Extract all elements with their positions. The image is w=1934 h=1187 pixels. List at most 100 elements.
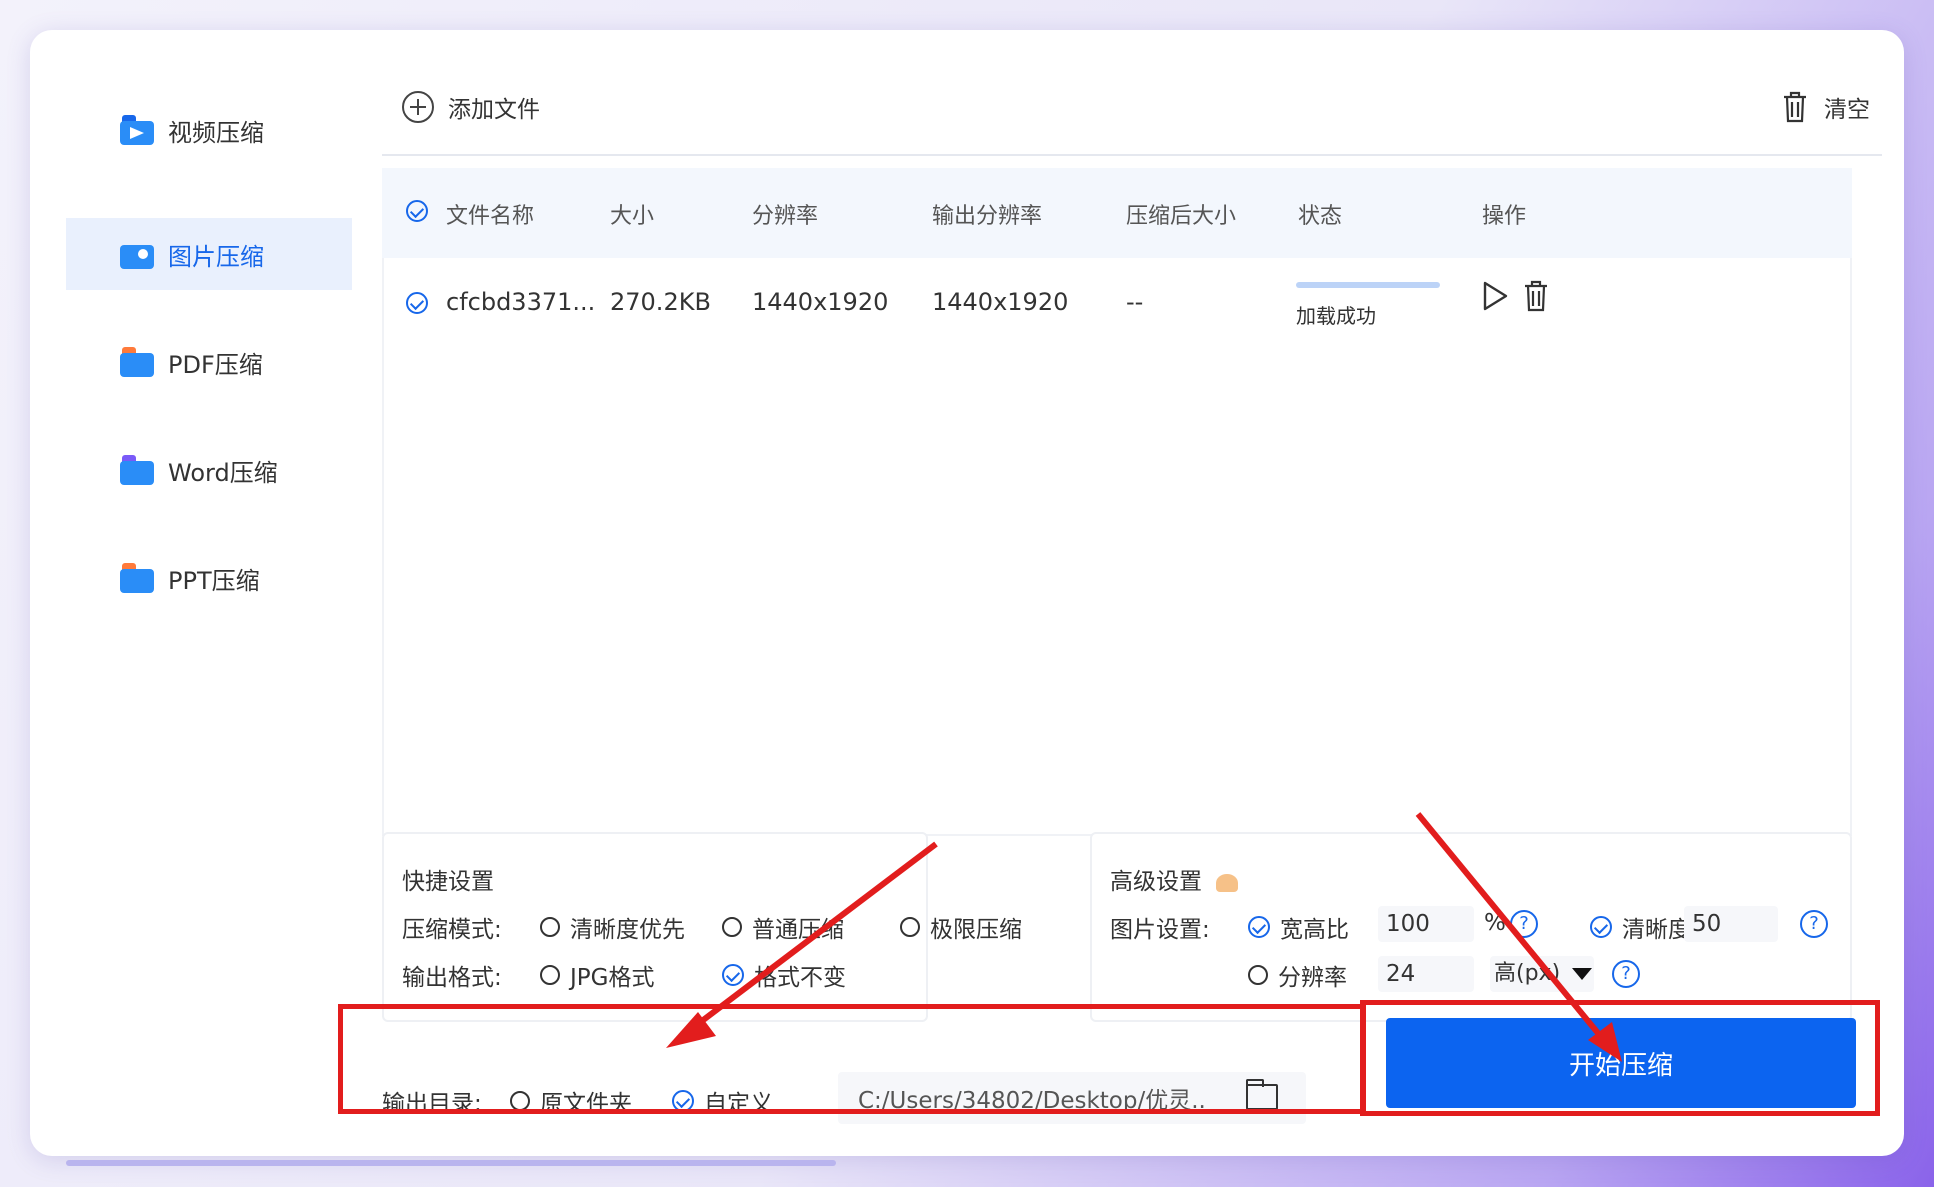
sidebar-item-label: PDF压缩 bbox=[168, 350, 263, 379]
file-name: cfcbd3371... bbox=[446, 288, 596, 316]
mode-extreme-label: 极限压缩 bbox=[930, 917, 1022, 943]
resolution-help-icon[interactable]: ? bbox=[1612, 960, 1640, 988]
column-header-output-resolution: 输出分辨率 bbox=[932, 204, 1043, 229]
clear-button[interactable]: 清空 bbox=[1782, 90, 1870, 124]
add-file-button[interactable]: 添加文件 bbox=[402, 90, 540, 124]
file-compressed-size: -- bbox=[1126, 288, 1144, 316]
start-compress-button[interactable]: 开始压缩 bbox=[1386, 1018, 1856, 1108]
clear-label: 清空 bbox=[1824, 97, 1870, 123]
select-all-checkbox[interactable] bbox=[406, 198, 428, 223]
sidebar-item-ppt[interactable]: PPT压缩 bbox=[66, 542, 352, 614]
format-jpg-label: JPG格式 bbox=[570, 965, 655, 991]
app-window: 视频压缩 图片压缩 PDF压缩 Word压缩 PPT压缩 添加文件 清空 文件名… bbox=[30, 30, 1904, 1156]
aspect-ratio-input[interactable]: 100 bbox=[1378, 906, 1474, 942]
resolution-unit-select[interactable]: 高(px) bbox=[1490, 956, 1594, 992]
output-format-label: 输出格式: bbox=[402, 965, 502, 991]
clarity-label: 清晰度 bbox=[1622, 917, 1691, 943]
ppt-compress-icon bbox=[120, 563, 154, 593]
radio-checked-icon bbox=[672, 1090, 694, 1112]
column-header-actions: 操作 bbox=[1482, 204, 1527, 229]
sidebar-item-label: Word压缩 bbox=[168, 458, 278, 487]
horizontal-scrollbar[interactable] bbox=[66, 1160, 836, 1166]
resolution-radio[interactable]: 分辨率 bbox=[1248, 958, 1347, 992]
quick-settings-panel: 快捷设置 压缩模式: 清晰度优先 普通压缩 极限压缩 输出格式: JPG格式 格… bbox=[382, 832, 1022, 1022]
clarity-help-icon[interactable]: ? bbox=[1800, 910, 1828, 938]
output-directory-row: 输出目录: 原文件夹 自定义 C:/Users/34802/Desktop/优灵… bbox=[382, 1062, 1306, 1134]
table-row[interactable]: cfcbd3371... 270.2KB 1440x1920 1440x1920… bbox=[382, 258, 1852, 348]
radio-unchecked bbox=[540, 917, 560, 937]
advanced-settings-title: 高级设置 bbox=[1110, 862, 1238, 896]
mode-normal-label: 普通压缩 bbox=[752, 917, 844, 943]
radio-unchecked bbox=[900, 917, 920, 937]
output-directory-label: 输出目录: bbox=[382, 1091, 482, 1117]
main-panel: 添加文件 清空 文件名称 大小 分辨率 输出分辨率 压缩后大小 状态 操作 cf… bbox=[382, 66, 1882, 1146]
column-header-status: 状态 bbox=[1298, 204, 1343, 229]
column-header-size: 大小 bbox=[610, 204, 655, 229]
file-output-resolution: 1440x1920 bbox=[932, 288, 1069, 316]
play-icon[interactable] bbox=[1480, 280, 1510, 312]
quick-settings-title: 快捷设置 bbox=[402, 869, 494, 895]
sidebar: 视频压缩 图片压缩 PDF压缩 Word压缩 PPT压缩 bbox=[66, 66, 352, 1146]
status-progress-bar bbox=[1296, 282, 1440, 288]
radio-unchecked bbox=[1248, 965, 1268, 985]
advanced-settings-panel: 高级设置 图片设置: 宽高比 100 % ? 清晰度 50 ? 分辨率 24 高… bbox=[1090, 832, 1852, 1022]
radio-unchecked bbox=[540, 965, 560, 985]
image-compress-icon bbox=[120, 239, 154, 269]
mode-clarity-radio[interactable]: 清晰度优先 bbox=[540, 910, 685, 944]
radio-unchecked bbox=[722, 917, 742, 937]
sidebar-item-label: 图片压缩 bbox=[168, 242, 264, 271]
aspect-ratio-checkbox[interactable]: 宽高比 bbox=[1248, 910, 1349, 944]
output-path-field[interactable]: C:/Users/34802/Desktop/优灵.. bbox=[838, 1072, 1306, 1124]
word-compress-icon bbox=[120, 455, 154, 485]
format-jpg-radio[interactable]: JPG格式 bbox=[540, 958, 654, 992]
trash-icon bbox=[1784, 91, 1806, 123]
format-keep-label: 格式不变 bbox=[754, 965, 846, 991]
delete-row-icon[interactable] bbox=[1522, 280, 1550, 312]
checked-icon bbox=[1248, 916, 1270, 938]
add-circle-icon bbox=[402, 91, 434, 123]
sidebar-item-pdf[interactable]: PDF压缩 bbox=[66, 326, 352, 398]
output-original-folder-radio[interactable]: 原文件夹 bbox=[510, 1084, 632, 1118]
mode-extreme-radio[interactable]: 极限压缩 bbox=[900, 910, 1022, 944]
radio-unchecked bbox=[510, 1091, 530, 1111]
video-compress-icon bbox=[120, 115, 154, 145]
advanced-title-text: 高级设置 bbox=[1110, 869, 1202, 895]
file-size: 270.2KB bbox=[610, 288, 711, 316]
aspect-ratio-label: 宽高比 bbox=[1280, 917, 1349, 943]
aspect-unit: % bbox=[1484, 910, 1506, 936]
sidebar-item-label: 视频压缩 bbox=[168, 118, 264, 147]
pdf-compress-icon bbox=[120, 347, 154, 377]
column-header-name: 文件名称 bbox=[446, 204, 535, 229]
format-keep-radio[interactable]: 格式不变 bbox=[722, 958, 846, 992]
column-header-resolution: 分辨率 bbox=[752, 204, 819, 229]
sidebar-item-video[interactable]: 视频压缩 bbox=[66, 94, 352, 166]
sidebar-item-label: PPT压缩 bbox=[168, 566, 260, 595]
status-text: 加载成功 bbox=[1296, 304, 1376, 328]
column-header-compressed-size: 压缩后大小 bbox=[1126, 204, 1237, 229]
original-folder-label: 原文件夹 bbox=[540, 1091, 632, 1117]
chevron-down-icon bbox=[1572, 968, 1593, 980]
custom-label: 自定义 bbox=[704, 1091, 773, 1117]
vip-crown-icon bbox=[1216, 873, 1238, 892]
resolution-input[interactable]: 24 bbox=[1378, 956, 1474, 992]
resolution-unit-value: 高(px) bbox=[1494, 961, 1561, 986]
compress-mode-label: 压缩模式: bbox=[402, 917, 502, 943]
mode-normal-radio[interactable]: 普通压缩 bbox=[722, 910, 844, 944]
resolution-label: 分辨率 bbox=[1278, 965, 1347, 991]
sidebar-item-image[interactable]: 图片压缩 bbox=[66, 218, 352, 290]
clarity-input[interactable]: 50 bbox=[1684, 906, 1778, 942]
radio-checked-icon bbox=[722, 964, 744, 986]
checked-icon bbox=[1590, 916, 1612, 938]
toolbar: 添加文件 清空 bbox=[382, 66, 1882, 156]
row-checkbox[interactable] bbox=[406, 288, 428, 316]
output-path-value: C:/Users/34802/Desktop/优灵.. bbox=[858, 1088, 1206, 1114]
folder-icon[interactable] bbox=[1246, 1079, 1278, 1110]
aspect-help-icon[interactable]: ? bbox=[1510, 910, 1538, 938]
sidebar-item-word[interactable]: Word压缩 bbox=[66, 434, 352, 506]
image-settings-label: 图片设置: bbox=[1110, 917, 1210, 943]
mode-clarity-label: 清晰度优先 bbox=[570, 917, 685, 943]
add-file-label: 添加文件 bbox=[448, 97, 540, 123]
table-header: 文件名称 大小 分辨率 输出分辨率 压缩后大小 状态 操作 bbox=[382, 168, 1852, 258]
clarity-checkbox[interactable]: 清晰度 bbox=[1590, 910, 1691, 944]
output-custom-radio[interactable]: 自定义 bbox=[672, 1084, 773, 1118]
